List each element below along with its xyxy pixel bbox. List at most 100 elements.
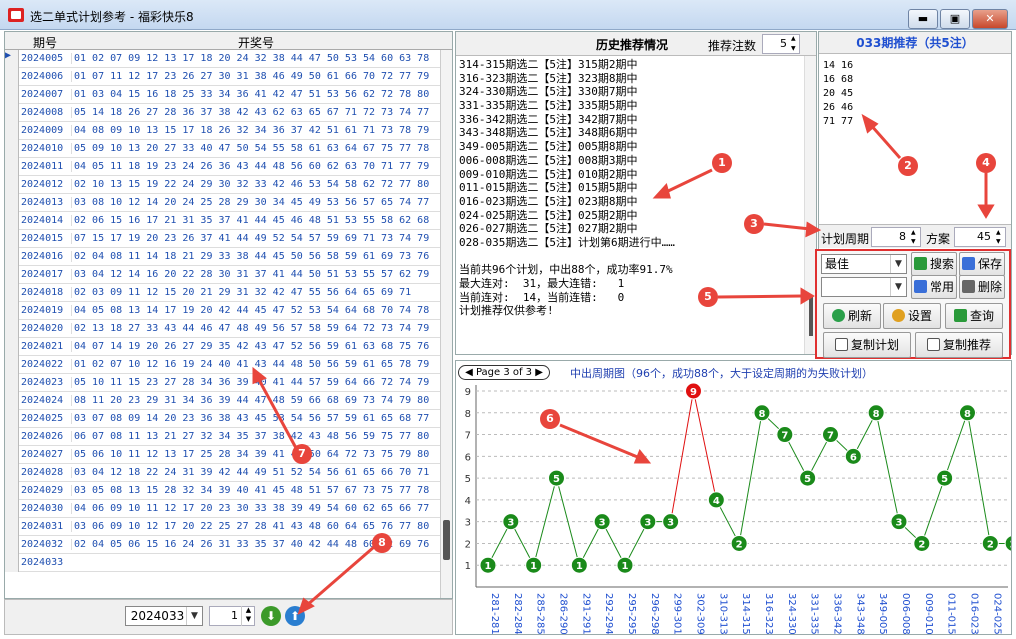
row-indicator[interactable] bbox=[5, 482, 19, 500]
arrow-up-blue-icon[interactable]: ⬆ bbox=[285, 606, 305, 626]
row-indicator[interactable] bbox=[5, 518, 19, 536]
row-indicator[interactable] bbox=[5, 122, 19, 140]
period-chart[interactable]: ◀ Page 3 of 3 ▶ 中出周期图（96个，成功88个，大于设定周期的为… bbox=[455, 360, 1012, 635]
table-row[interactable]: 2024029 03 05 08 13 15 28 32 34 39 40 41 … bbox=[5, 482, 442, 500]
strategy-select[interactable]: 最佳 ▼ bbox=[821, 254, 907, 274]
table-row[interactable]: 2024026 06 07 08 11 13 21 27 32 34 35 37 … bbox=[5, 428, 442, 446]
row-indicator[interactable] bbox=[5, 464, 19, 482]
draw-grid[interactable]: 期号 开奖号 ▶ 2024005 01 02 07 09 12 13 17 18 2… bbox=[4, 31, 453, 599]
row-indicator[interactable] bbox=[5, 392, 19, 410]
row-indicator[interactable] bbox=[5, 338, 19, 356]
table-row[interactable]: 2024023 05 10 11 15 23 27 28 34 36 39 40 … bbox=[5, 374, 442, 392]
row-indicator[interactable] bbox=[5, 446, 19, 464]
row-indicator[interactable] bbox=[5, 410, 19, 428]
row-indicator[interactable] bbox=[5, 212, 19, 230]
delete-button[interactable]: 删除 bbox=[959, 275, 1005, 299]
table-row[interactable]: 2024010 05 09 10 13 20 27 33 40 47 50 54 … bbox=[5, 140, 442, 158]
table-row[interactable]: 2024030 04 06 09 10 11 12 17 20 23 30 33 … bbox=[5, 500, 442, 518]
table-row[interactable]: 2024025 03 07 08 09 14 20 23 36 38 43 45 … bbox=[5, 410, 442, 428]
row-period: 2024023 bbox=[21, 377, 64, 388]
row-indicator[interactable] bbox=[5, 230, 19, 248]
row-indicator[interactable] bbox=[5, 68, 19, 86]
row-indicator[interactable] bbox=[5, 356, 19, 374]
refresh-button[interactable]: 刷新 bbox=[823, 303, 881, 329]
table-row[interactable]: 2024028 03 04 12 18 22 24 31 39 42 44 49 … bbox=[5, 464, 442, 482]
row-indicator[interactable] bbox=[5, 374, 19, 392]
row-indicator[interactable] bbox=[5, 158, 19, 176]
row-numbers: 05 14 18 26 27 28 36 37 38 42 43 62 63 6… bbox=[71, 107, 429, 118]
table-row[interactable]: 2024027 05 06 10 11 12 13 17 25 28 34 39 … bbox=[5, 446, 442, 464]
save-button-label: 保存 bbox=[977, 257, 1002, 271]
table-row[interactable]: 2024033 bbox=[5, 554, 442, 572]
row-period: 2024014 bbox=[21, 215, 64, 226]
data-label: 6 bbox=[850, 452, 857, 463]
row-indicator[interactable] bbox=[5, 500, 19, 518]
scheme-select[interactable]: ▼ bbox=[821, 277, 907, 297]
history-scroll-thumb[interactable] bbox=[809, 296, 813, 336]
row-indicator[interactable] bbox=[5, 104, 19, 122]
table-row[interactable]: 2024014 02 06 15 16 17 21 31 35 37 41 44 … bbox=[5, 212, 442, 230]
scroll-thumb[interactable] bbox=[443, 520, 450, 560]
count-spin[interactable]: ▲ ▼ bbox=[791, 34, 800, 54]
table-row[interactable]: 2024009 04 08 09 10 13 15 17 18 26 32 34 … bbox=[5, 122, 442, 140]
copy-plan-button[interactable]: 复制计划 bbox=[823, 332, 911, 358]
title-bar: 选二单式计划参考 - 福彩快乐8 ▬ ▣ ✕ bbox=[0, 0, 1016, 30]
row-indicator[interactable] bbox=[5, 284, 19, 302]
row-period: 2024009 bbox=[21, 125, 64, 136]
search-button[interactable]: 搜索 bbox=[911, 252, 957, 276]
data-label: 8 bbox=[759, 409, 766, 420]
table-row[interactable]: 2024016 02 04 08 11 14 18 21 29 33 38 44 … bbox=[5, 248, 442, 266]
minimize-button[interactable]: ▬ bbox=[908, 9, 938, 29]
table-row[interactable]: 2024021 04 07 14 19 20 26 27 29 35 42 43 … bbox=[5, 338, 442, 356]
data-label: 4 bbox=[713, 496, 720, 507]
copy-recommend-button[interactable]: 复制推荐 bbox=[915, 332, 1003, 358]
row-indicator[interactable] bbox=[5, 194, 19, 212]
row-indicator[interactable] bbox=[5, 140, 19, 158]
recommend-list[interactable]: 14 16 16 68 20 45 26 46 71 77 bbox=[823, 59, 853, 129]
row-indicator[interactable] bbox=[5, 266, 19, 284]
table-row[interactable]: 2024011 04 05 11 18 19 23 24 26 36 43 44 … bbox=[5, 158, 442, 176]
row-numbers: 05 06 10 11 12 13 17 25 28 34 39 41 46 5… bbox=[71, 449, 429, 460]
table-row[interactable]: 2024008 05 14 18 26 27 28 36 37 38 42 43 … bbox=[5, 104, 442, 122]
row-indicator[interactable] bbox=[5, 536, 19, 554]
row-indicator[interactable] bbox=[5, 86, 19, 104]
row-indicator[interactable]: ▶ bbox=[5, 50, 19, 68]
close-button[interactable]: ✕ bbox=[972, 9, 1008, 29]
maximize-button[interactable]: ▣ bbox=[940, 9, 970, 29]
row-indicator[interactable] bbox=[5, 554, 19, 572]
table-row[interactable]: ▶ 2024005 01 02 07 09 12 13 17 18 20 24 32… bbox=[5, 50, 442, 68]
row-indicator[interactable] bbox=[5, 176, 19, 194]
table-row[interactable]: 2024015 07 15 17 19 20 23 26 37 41 44 49 … bbox=[5, 230, 442, 248]
copy-icon bbox=[926, 338, 940, 351]
common-button[interactable]: 常用 bbox=[911, 275, 957, 299]
arrow-down-green-icon[interactable]: ⬇ bbox=[261, 606, 281, 626]
query-button[interactable]: 查询 bbox=[945, 303, 1003, 329]
col-numbers-header[interactable]: 开奖号 bbox=[71, 34, 441, 51]
row-indicator[interactable] bbox=[5, 248, 19, 266]
table-row[interactable]: 2024018 02 03 09 11 12 15 20 21 29 31 32 … bbox=[5, 284, 442, 302]
row-indicator[interactable] bbox=[5, 302, 19, 320]
table-row[interactable]: 2024024 08 11 20 23 29 31 34 36 39 44 47 … bbox=[5, 392, 442, 410]
table-row[interactable]: 2024012 02 10 13 15 19 22 24 29 30 32 33 … bbox=[5, 176, 442, 194]
row-indicator[interactable] bbox=[5, 320, 19, 338]
history-text[interactable]: 314-315期选二【5注】315期2期中 316-323期选二【5注】323期8… bbox=[459, 58, 799, 318]
save-button[interactable]: 保存 bbox=[959, 252, 1005, 276]
col-period-header[interactable]: 期号 bbox=[19, 34, 71, 51]
row-indicator[interactable] bbox=[5, 428, 19, 446]
table-row[interactable]: 2024006 01 07 11 12 17 23 26 27 30 31 38 … bbox=[5, 68, 442, 86]
table-row[interactable]: 2024007 01 03 04 15 16 18 25 33 34 36 41 … bbox=[5, 86, 442, 104]
period-select[interactable]: 2024033 ▼ bbox=[125, 606, 203, 626]
table-row[interactable]: 2024022 01 02 07 10 12 16 19 24 40 41 43 … bbox=[5, 356, 442, 374]
data-label: 8 bbox=[873, 409, 880, 420]
table-row[interactable]: 2024019 04 05 08 13 14 17 19 20 42 44 45 … bbox=[5, 302, 442, 320]
grid-scrollbar[interactable] bbox=[440, 50, 452, 598]
table-row[interactable]: 2024013 03 08 10 12 14 20 24 25 28 29 30 … bbox=[5, 194, 442, 212]
plan-spin[interactable]: ▲ ▼ bbox=[996, 228, 1006, 246]
settings-button[interactable]: 设置 bbox=[883, 303, 941, 329]
spin-buttons[interactable]: ▲ ▼ bbox=[241, 606, 255, 626]
data-label: 7 bbox=[827, 431, 834, 442]
y-tick-label: 6 bbox=[465, 452, 471, 463]
table-row[interactable]: 2024017 03 04 12 14 16 20 22 28 30 31 37 … bbox=[5, 266, 442, 284]
cycle-spin[interactable]: ▲ ▼ bbox=[911, 228, 921, 246]
table-row[interactable]: 2024020 02 13 18 27 33 43 44 46 47 48 49 … bbox=[5, 320, 442, 338]
